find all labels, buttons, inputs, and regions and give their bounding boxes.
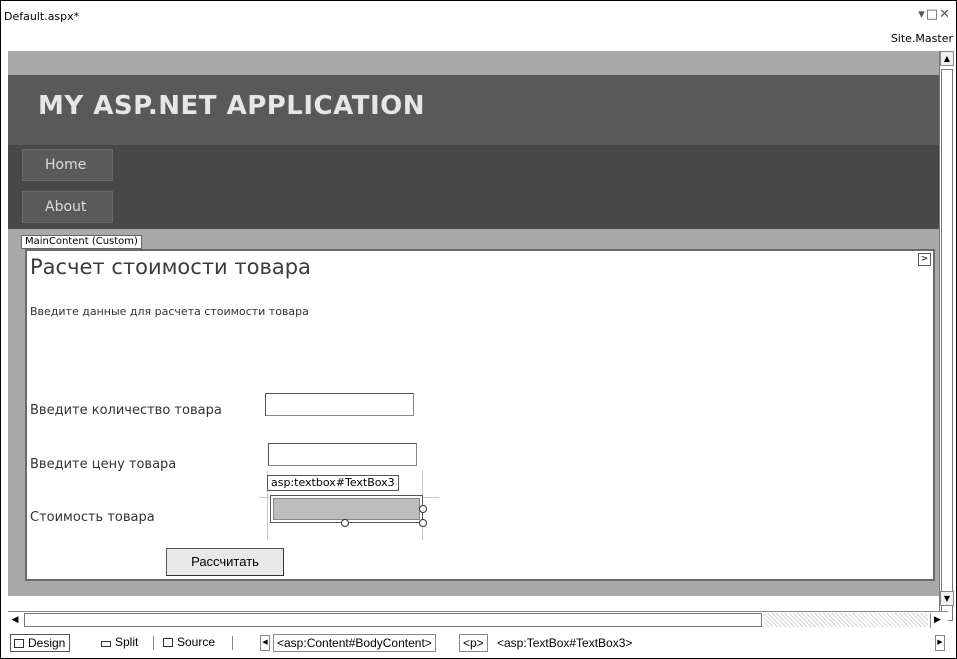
quantity-label: Введите количество товара	[30, 403, 222, 418]
selected-control-tag[interactable]: asp:textbox#TextBox3	[267, 475, 399, 491]
content-region-tag[interactable]: MainContent (Custom)	[21, 235, 142, 249]
breadcrumb-item-p[interactable]: <p>	[459, 634, 488, 652]
resize-handle-icon[interactable]	[419, 519, 427, 527]
master-page-label: Site.Master	[890, 32, 953, 45]
resize-handle-icon[interactable]	[341, 519, 349, 527]
cost-textbox[interactable]	[273, 498, 420, 520]
document-tab[interactable]: Default.aspx*	[4, 10, 79, 23]
vertical-scrollbar[interactable]: ▲ ▼	[939, 51, 954, 621]
design-view-button[interactable]: Design	[10, 634, 71, 652]
breadcrumb-item-textbox[interactable]: <asp:TextBox#TextBox3>	[493, 634, 637, 652]
scroll-right-arrow-icon[interactable]: ▶	[930, 613, 944, 628]
window-controls[interactable]: ▾□✕	[918, 7, 951, 22]
scroll-up-arrow-icon[interactable]: ▲	[940, 51, 954, 66]
price-textbox[interactable]	[268, 443, 417, 466]
site-header: MY ASP.NET APPLICATION	[8, 75, 939, 145]
divider	[153, 636, 154, 650]
split-view-icon	[101, 641, 111, 647]
design-view-label: Design	[28, 636, 66, 650]
main-content-region[interactable]: > Расчет стоимости товара Введите данные…	[25, 249, 935, 581]
calculate-button[interactable]: Рассчитать	[166, 548, 284, 576]
source-view-button[interactable]: Source	[160, 634, 219, 652]
scroll-left-arrow-icon[interactable]: ◀	[8, 613, 22, 628]
cost-label: Стоимость товара	[30, 510, 155, 525]
source-view-label: Source	[177, 635, 216, 649]
view-status-bar: Design Split Source ◀ <asp:Content#BodyC…	[8, 632, 948, 654]
menu-item-about[interactable]: About	[22, 191, 113, 223]
breadcrumb-item-content[interactable]: <asp:Content#BodyContent>	[273, 634, 436, 652]
divider	[232, 636, 233, 650]
source-view-icon	[163, 638, 173, 647]
resize-handle-icon[interactable]	[419, 505, 427, 513]
vertical-scroll-thumb[interactable]	[941, 69, 953, 621]
breadcrumb-forward-icon[interactable]: ▶	[935, 635, 945, 651]
split-view-label: Split	[115, 635, 139, 649]
breadcrumb-back-icon[interactable]: ◀	[260, 635, 270, 651]
intro-text: Введите данные для расчета стоимости тов…	[30, 305, 309, 318]
smart-tag-chevron-icon[interactable]: >	[918, 253, 931, 266]
quantity-textbox[interactable]	[265, 393, 414, 416]
site-title: MY ASP.NET APPLICATION	[38, 91, 425, 121]
horizontal-scroll-thumb[interactable]	[24, 613, 762, 627]
menu-item-home[interactable]: Home	[22, 149, 113, 181]
design-view-icon	[14, 639, 24, 648]
split-view-button[interactable]: Split	[98, 634, 142, 652]
horizontal-scrollbar[interactable]: ◀ ▶	[8, 611, 948, 628]
price-label: Введите цену товара	[30, 457, 177, 472]
nav-menu: Home About	[8, 145, 939, 229]
scroll-down-arrow-icon[interactable]: ▼	[940, 591, 954, 606]
page-heading: Расчет стоимости товара	[30, 255, 311, 279]
scroll-track[interactable]	[764, 613, 928, 627]
